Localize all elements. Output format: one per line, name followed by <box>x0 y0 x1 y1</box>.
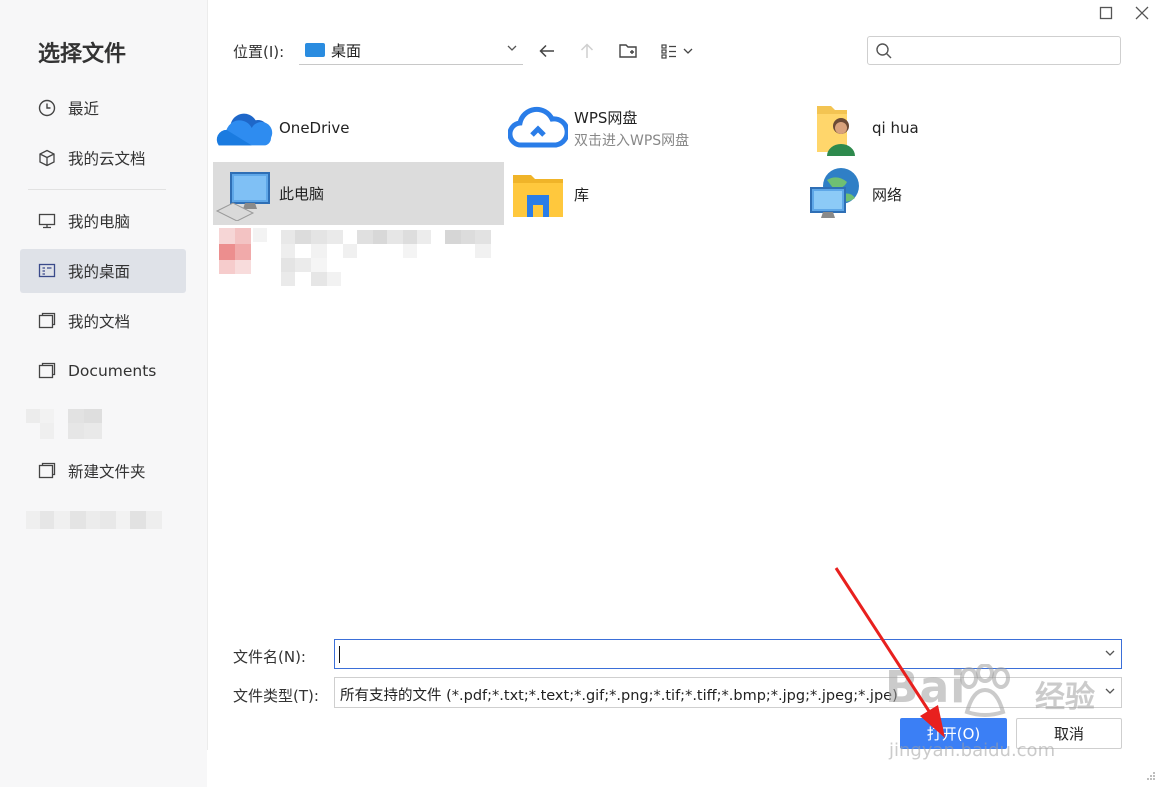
watermark-text: 经验 <box>1035 680 1095 715</box>
text-caret <box>339 646 340 663</box>
wps-cloud-icon <box>508 100 568 156</box>
resize-grip-icon[interactable] <box>1146 771 1156 781</box>
sidebar-item-recent[interactable]: 最近 <box>20 86 186 130</box>
file-item-user-folder[interactable]: qi hua <box>806 98 1106 158</box>
file-item-network[interactable]: 网络 <box>806 164 1106 224</box>
chevron-down-icon <box>507 42 517 56</box>
search-box[interactable] <box>867 36 1121 65</box>
cube-icon <box>37 148 57 168</box>
dialog-title: 选择文件 <box>38 42 127 67</box>
sidebar-item-documents[interactable]: Documents <box>20 349 186 393</box>
back-button[interactable] <box>534 38 560 64</box>
view-mode-button[interactable] <box>658 38 698 64</box>
location-label: 位置(I): <box>233 43 285 61</box>
location-dropdown[interactable]: 桌面 <box>299 36 523 65</box>
file-item-name: 网络 <box>872 185 903 204</box>
computer-icon <box>213 166 273 222</box>
file-item-wps-cloud[interactable]: WPS网盘 双击进入WPS网盘 <box>508 98 798 158</box>
monitor-icon <box>37 211 57 231</box>
sidebar-item-cloud-docs[interactable]: 我的云文档 <box>20 136 186 180</box>
search-icon <box>876 43 892 63</box>
onedrive-cloud-icon <box>213 100 273 156</box>
sidebar-item-label: 我的桌面 <box>68 263 131 281</box>
sidebar-separator <box>207 0 208 750</box>
filename-input[interactable] <box>339 644 1083 666</box>
up-arrow-icon <box>580 43 594 58</box>
folder-icon <box>37 361 57 381</box>
filename-label: 文件名(N): <box>233 648 306 666</box>
desktop-folder-icon <box>305 43 325 57</box>
sidebar: 选择文件 最近 我的云文档 我的电脑 我的桌面 我的文档 Documents 新… <box>0 0 207 787</box>
file-item-name: WPS网盘 <box>574 108 638 127</box>
chevron-down-icon[interactable] <box>1105 647 1115 661</box>
new-folder-button[interactable] <box>615 38 641 64</box>
maximize-icon <box>1099 6 1113 20</box>
folder-icon <box>37 461 57 481</box>
user-folder-icon <box>806 100 866 156</box>
file-item-name: 库 <box>574 185 590 204</box>
clock-icon <box>37 98 57 118</box>
sidebar-item-label: 我的文档 <box>68 313 131 331</box>
folder-icon <box>37 311 57 331</box>
filetype-value: 所有支持的文件 (*.pdf;*.txt;*.text;*.gif;*.png;… <box>340 688 898 704</box>
maximize-button[interactable] <box>1095 4 1117 22</box>
redacted-sidebar-item <box>26 511 162 529</box>
close-icon <box>1135 6 1149 20</box>
sidebar-item-label: 新建文件夹 <box>68 463 146 481</box>
desktop-icon <box>37 261 57 281</box>
sidebar-item-label: 我的电脑 <box>68 213 131 231</box>
watermark-url: jingyan.baidu.com <box>889 740 1056 761</box>
file-item-library[interactable]: 库 <box>508 164 798 224</box>
chevron-down-icon <box>1105 685 1115 699</box>
new-folder-icon <box>619 44 637 58</box>
sidebar-item-my-documents[interactable]: 我的文档 <box>20 299 186 343</box>
back-arrow-icon <box>539 44 554 58</box>
network-icon <box>806 166 866 222</box>
search-input[interactable] <box>898 40 1117 62</box>
library-folder-icon <box>508 166 568 222</box>
file-item-name: qi hua <box>872 119 919 137</box>
sidebar-item-my-desktop[interactable]: 我的桌面 <box>20 249 186 293</box>
filetype-label: 文件类型(T): <box>233 687 319 705</box>
sidebar-item-label: 我的云文档 <box>68 150 146 168</box>
sidebar-item-label: 最近 <box>68 100 100 118</box>
location-value: 桌面 <box>331 41 362 60</box>
file-item-subtitle: 双击进入WPS网盘 <box>574 132 690 149</box>
view-mode-icon <box>661 44 693 59</box>
file-item-name: OneDrive <box>279 119 350 137</box>
sidebar-item-new-folder[interactable]: 新建文件夹 <box>20 449 186 493</box>
up-button[interactable] <box>574 38 600 64</box>
redacted-sidebar-item <box>26 409 102 439</box>
redacted-file-item <box>219 228 507 288</box>
file-item-this-pc[interactable]: 此电脑 <box>213 162 504 225</box>
sidebar-item-my-computer[interactable]: 我的电脑 <box>20 199 186 243</box>
paw-logo-icon <box>960 664 1010 717</box>
file-item-name: 此电脑 <box>279 185 325 203</box>
close-button[interactable] <box>1131 4 1153 22</box>
file-item-onedrive[interactable]: OneDrive <box>213 98 503 158</box>
sidebar-item-label: Documents <box>68 362 157 380</box>
sidebar-divider <box>28 189 166 190</box>
